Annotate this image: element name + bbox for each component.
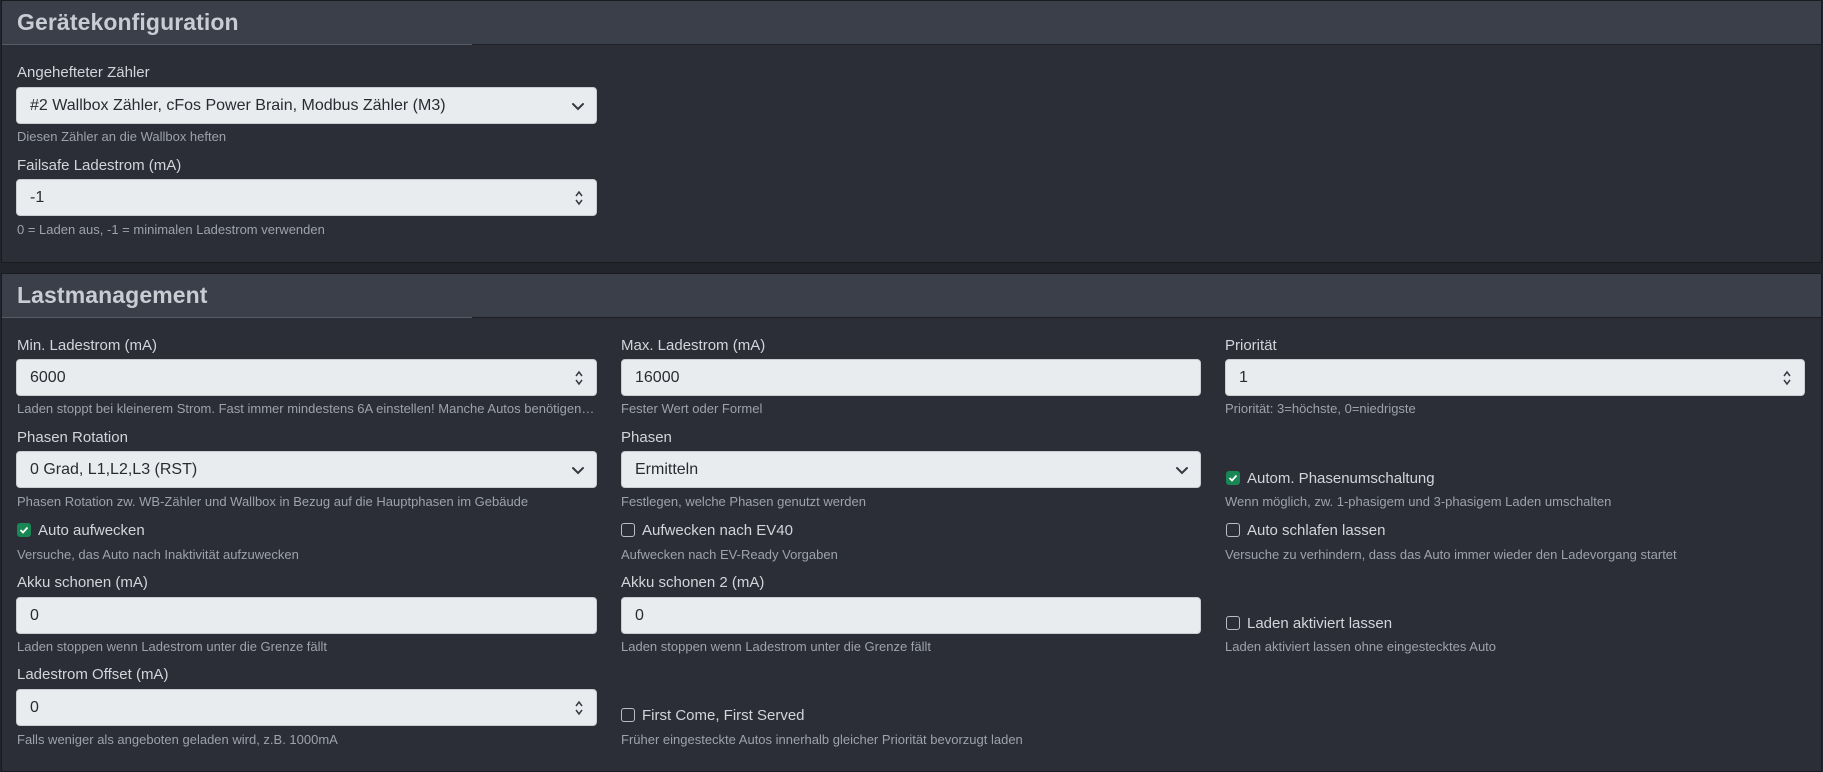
- checkbox-unchecked-icon[interactable]: [1226, 523, 1240, 537]
- spinner-icon[interactable]: [574, 370, 584, 386]
- min-current-help: Laden stoppt bei kleinerem Strom. Fast i…: [17, 401, 597, 416]
- chevron-down-icon: [1176, 467, 1188, 475]
- panel-header: Lastmanagement: [2, 274, 1821, 318]
- fcfs-help: Früher eingesteckte Autos innerhalb glei…: [621, 732, 1023, 747]
- phase-rotation-help: Phasen Rotation zw. WB-Zähler und Wallbo…: [17, 494, 529, 509]
- offset-input[interactable]: 0: [16, 689, 597, 726]
- meter-help: Diesen Zähler an die Wallbox heften: [17, 129, 227, 144]
- battery-save2-label: Akku schonen 2 (mA): [621, 574, 765, 591]
- wake-ev40-help: Aufwecken nach EV-Ready Vorgaben: [621, 547, 838, 562]
- checkbox-unchecked-icon[interactable]: [621, 523, 635, 537]
- panel-header: Gerätekonfiguration: [2, 1, 1821, 45]
- checkbox-unchecked-icon[interactable]: [621, 708, 635, 722]
- let-sleep-help: Versuche zu verhindern, dass das Auto im…: [1225, 547, 1677, 562]
- battery-save-label: Akku schonen (mA): [17, 574, 148, 591]
- min-current-input[interactable]: 6000: [16, 359, 597, 396]
- failsafe-help: 0 = Laden aus, -1 = minimalen Ladestrom …: [17, 222, 325, 237]
- priority-help: Priorität: 3=höchste, 0=niedrigste: [1225, 401, 1416, 416]
- panel-title: Gerätekonfiguration: [17, 9, 239, 35]
- spinner-icon[interactable]: [574, 700, 584, 716]
- wake-ev40-checkbox[interactable]: Aufwecken nach EV40: [621, 520, 793, 540]
- battery-save2-input[interactable]: 0: [621, 597, 1201, 634]
- phases-label: Phasen: [621, 429, 672, 446]
- max-current-label: Max. Ladestrom (mA): [621, 337, 766, 354]
- wake-car-checkbox[interactable]: Auto aufwecken: [17, 520, 145, 540]
- meter-label: Angehefteter Zähler: [17, 64, 150, 81]
- checkbox-unchecked-icon[interactable]: [1226, 616, 1240, 630]
- battery-save-input[interactable]: 0: [16, 597, 597, 634]
- panel-title: Lastmanagement: [17, 282, 208, 308]
- spinner-icon[interactable]: [1782, 370, 1792, 386]
- max-current-input[interactable]: 16000: [621, 359, 1201, 396]
- let-sleep-checkbox[interactable]: Auto schlafen lassen: [1226, 520, 1385, 540]
- phase-rotation-select[interactable]: 0 Grad, L1,L2,L3 (RST): [16, 451, 597, 488]
- failsafe-input[interactable]: -1: [16, 179, 597, 216]
- phase-rotation-label: Phasen Rotation: [17, 429, 128, 446]
- wake-car-help: Versuche, das Auto nach Inaktivität aufz…: [17, 547, 299, 562]
- offset-help: Falls weniger als angeboten geladen wird…: [17, 732, 338, 747]
- failsafe-label: Failsafe Ladestrom (mA): [17, 157, 182, 174]
- battery-save2-help: Laden stoppen wenn Ladestrom unter die G…: [621, 639, 932, 654]
- priority-input[interactable]: 1: [1225, 359, 1805, 396]
- battery-save-help: Laden stoppen wenn Ladestrom unter die G…: [17, 639, 328, 654]
- keep-enabled-checkbox[interactable]: Laden aktiviert lassen: [1226, 613, 1392, 633]
- spinner-icon[interactable]: [574, 190, 584, 206]
- phases-help: Festlegen, welche Phasen genutzt werden: [621, 494, 866, 509]
- min-current-label: Min. Ladestrom (mA): [17, 337, 158, 354]
- chevron-down-icon: [572, 467, 584, 475]
- checkbox-checked-icon[interactable]: [17, 523, 31, 537]
- meter-select[interactable]: #2 Wallbox Zähler, cFos Power Brain, Mod…: [16, 87, 597, 124]
- priority-label: Priorität: [1225, 337, 1277, 354]
- phases-select[interactable]: Ermitteln: [621, 451, 1201, 488]
- fcfs-checkbox[interactable]: First Come, First Served: [621, 705, 805, 725]
- chevron-down-icon: [572, 103, 584, 111]
- max-current-help: Fester Wert oder Formel: [621, 401, 763, 416]
- auto-phase-switch-help: Wenn möglich, zw. 1-phasigem und 3-phasi…: [1225, 494, 1612, 509]
- auto-phase-switch-checkbox[interactable]: Autom. Phasenumschaltung: [1226, 468, 1435, 488]
- keep-enabled-help: Laden aktiviert lassen ohne eingesteckte…: [1225, 639, 1497, 654]
- offset-label: Ladestrom Offset (mA): [17, 666, 169, 683]
- checkbox-checked-icon[interactable]: [1226, 471, 1240, 485]
